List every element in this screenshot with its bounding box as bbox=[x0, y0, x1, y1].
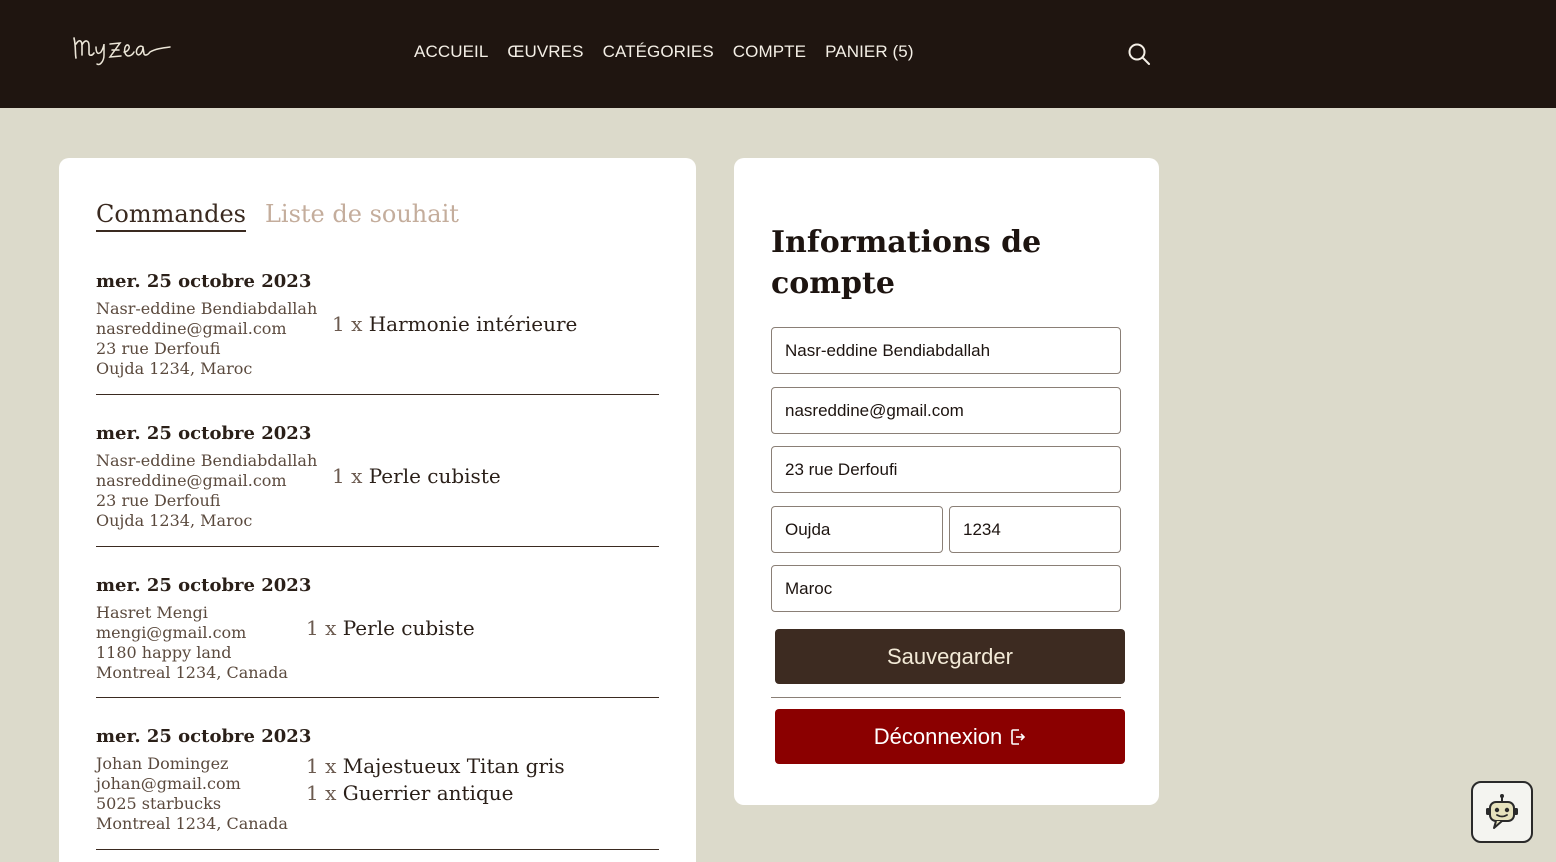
order-item-name: Guerrier antique bbox=[342, 781, 514, 805]
order-entry: mer. 25 octobre 2023 Nasr-eddine Bendiab… bbox=[96, 423, 659, 547]
muzea-logo[interactable] bbox=[70, 28, 174, 70]
order-item: 1 x Harmonie intérieure bbox=[332, 311, 577, 338]
order-customer-name: Nasr-eddine Bendiabdallah bbox=[96, 299, 318, 318]
order-item: 1 x Perle cubiste bbox=[306, 615, 475, 642]
order-customer-city: Oujda 1234, Maroc bbox=[96, 359, 253, 378]
name-field[interactable] bbox=[771, 327, 1121, 374]
nav-link-compte[interactable]: COMPTE bbox=[733, 42, 806, 62]
order-customer-name: Nasr-eddine Bendiabdallah bbox=[96, 451, 318, 470]
city-field[interactable] bbox=[771, 506, 943, 553]
account-info-panel: Informations de compte Sauvegarder Décon… bbox=[734, 158, 1159, 805]
order-entry: mer. 25 octobre 2023 Johan Domingez joha… bbox=[96, 726, 659, 850]
logout-icon bbox=[1011, 728, 1026, 745]
order-item-name: Perle cubiste bbox=[368, 464, 501, 488]
main-nav: ACCUEIL ŒUVRES CATÉGORIES COMPTE PANIER … bbox=[414, 42, 914, 62]
email-field[interactable] bbox=[771, 387, 1121, 434]
order-items: 1 x Perle cubiste bbox=[306, 615, 475, 642]
order-address: Hasret Mengi mengi@gmail.com 1180 happy … bbox=[96, 603, 288, 683]
logout-button[interactable]: Déconnexion bbox=[775, 709, 1125, 764]
nav-link-categories[interactable]: CATÉGORIES bbox=[603, 42, 714, 62]
order-address: Johan Domingez johan@gmail.com 5025 star… bbox=[96, 754, 288, 834]
order-item: 1 x Guerrier antique bbox=[306, 780, 565, 807]
tab-wishlist[interactable]: Liste de souhait bbox=[265, 198, 459, 232]
order-address: Nasr-eddine Bendiabdallah nasreddine@gma… bbox=[96, 451, 317, 531]
order-item-name: Harmonie intérieure bbox=[368, 312, 578, 336]
robot-icon bbox=[1486, 794, 1518, 829]
order-customer-street: 23 rue Derfoufi bbox=[96, 339, 221, 358]
order-items: 1 x Harmonie intérieure bbox=[332, 311, 577, 338]
order-item-qty: 1 x bbox=[306, 781, 337, 805]
save-button[interactable]: Sauvegarder bbox=[775, 629, 1125, 684]
tab-orders[interactable]: Commandes bbox=[96, 198, 246, 232]
order-item-qty: 1 x bbox=[332, 464, 363, 488]
order-address: Nasr-eddine Bendiabdallah nasreddine@gma… bbox=[96, 299, 317, 379]
order-item: 1 x Perle cubiste bbox=[332, 463, 501, 490]
order-item-name: Perle cubiste bbox=[342, 616, 475, 640]
order-item: 1 x Majestueux Titan gris bbox=[306, 753, 565, 780]
top-navigation-bar: ACCUEIL ŒUVRES CATÉGORIES COMPTE PANIER … bbox=[0, 0, 1556, 108]
order-customer-email: johan@gmail.com bbox=[96, 774, 241, 793]
order-customer-street: 23 rue Derfoufi bbox=[96, 491, 221, 510]
order-items: 1 x Majestueux Titan gris 1 x Guerrier a… bbox=[306, 753, 565, 807]
nav-link-accueil[interactable]: ACCUEIL bbox=[414, 42, 488, 62]
order-customer-email: nasreddine@gmail.com bbox=[96, 319, 287, 338]
nav-link-panier[interactable]: PANIER (5) bbox=[825, 42, 914, 62]
order-items: 1 x Perle cubiste bbox=[332, 463, 501, 490]
order-date: mer. 25 octobre 2023 bbox=[96, 271, 312, 292]
order-item-qty: 1 x bbox=[332, 312, 363, 336]
order-entry: mer. 25 octobre 2023 Hasret Mengi mengi@… bbox=[96, 575, 659, 698]
order-customer-city: Montreal 1234, Canada bbox=[96, 814, 288, 833]
account-info-title: Informations de compte bbox=[771, 225, 1042, 301]
order-customer-name: Hasret Mengi bbox=[96, 603, 208, 622]
order-customer-email: nasreddine@gmail.com bbox=[96, 471, 287, 490]
nav-link-oeuvres[interactable]: ŒUVRES bbox=[507, 42, 583, 62]
chatbot-button[interactable] bbox=[1471, 781, 1533, 843]
country-field[interactable] bbox=[771, 565, 1121, 612]
search-icon[interactable] bbox=[1127, 42, 1151, 66]
order-entry: mer. 25 octobre 2023 Nasr-eddine Bendiab… bbox=[96, 271, 659, 395]
divider bbox=[771, 697, 1121, 698]
postal-code-field[interactable] bbox=[949, 506, 1121, 553]
order-date: mer. 25 octobre 2023 bbox=[96, 423, 312, 444]
order-customer-city: Oujda 1234, Maroc bbox=[96, 511, 253, 530]
order-item-name: Majestueux Titan gris bbox=[342, 754, 565, 778]
order-date: mer. 25 octobre 2023 bbox=[96, 726, 312, 747]
street-field[interactable] bbox=[771, 446, 1121, 493]
order-customer-city: Montreal 1234, Canada bbox=[96, 663, 288, 682]
order-customer-email: mengi@gmail.com bbox=[96, 623, 247, 642]
order-item-qty: 1 x bbox=[306, 754, 337, 778]
logout-button-label: Déconnexion bbox=[873, 723, 1003, 749]
order-date: mer. 25 octobre 2023 bbox=[96, 575, 312, 596]
orders-panel: Commandes Liste de souhait mer. 25 octob… bbox=[59, 158, 696, 862]
order-customer-street: 1180 happy land bbox=[96, 643, 232, 662]
order-customer-name: Johan Domingez bbox=[96, 754, 229, 773]
order-customer-street: 5025 starbucks bbox=[96, 794, 222, 813]
account-tabs: Commandes Liste de souhait bbox=[96, 198, 459, 232]
order-item-qty: 1 x bbox=[306, 616, 337, 640]
save-button-label: Sauvegarder bbox=[887, 643, 1013, 669]
